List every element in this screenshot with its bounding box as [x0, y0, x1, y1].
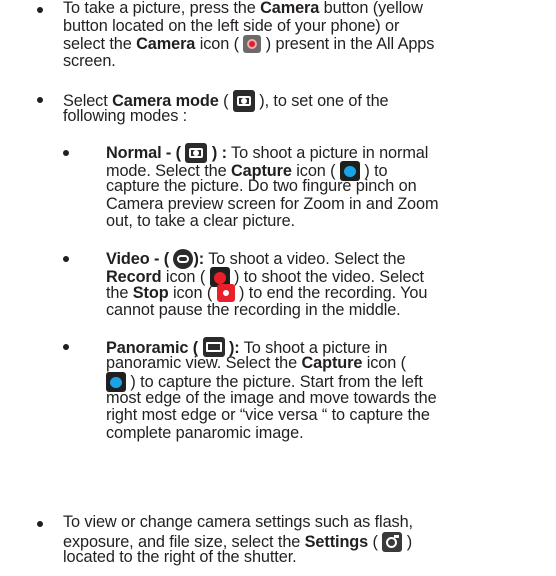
text-run: (: [368, 532, 383, 551]
text-run: most edge of the image and move towards …: [106, 388, 437, 407]
bullet-text: To take a picture, press the Camera butt…: [63, 0, 434, 70]
camera-mode-icon: [232, 90, 255, 112]
text-line: cannot pause the recording in the middle…: [106, 300, 427, 320]
text-run: ) to end the recording. You: [234, 284, 428, 302]
text-line: out, to take a clear picture.: [106, 212, 438, 231]
text-run: screen.: [63, 51, 116, 70]
bold-term: Capture: [301, 353, 363, 372]
text-run: out, to take a clear picture.: [106, 212, 295, 230]
text-run: Camera preview screen for Zoom in and Zo…: [106, 194, 439, 213]
text-line: ) to capture the picture. Start from the…: [106, 372, 437, 392]
bullet-text: Panoramic ( ): To shoot a picture in pano…: [106, 337, 437, 442]
text-line: To view or change camera settings such a…: [63, 513, 413, 532]
text-line: Record icon ( ) to shoot the video. Sele…: [106, 266, 427, 287]
bold-term: ):: [193, 250, 205, 268]
text-run: button (yellow: [319, 0, 423, 17]
bullet-text: Video - ( ): To shoot a video. Select th…: [106, 249, 427, 319]
text-line: exposure, and file size, select the Sett…: [63, 531, 413, 552]
bullet-dot: [63, 344, 69, 350]
text-run: ), to set one of the: [254, 92, 389, 110]
bullet-dot: [37, 521, 43, 527]
text-run: icon (: [362, 353, 406, 372]
text-line: select the Camera icon ( ) present in th…: [63, 35, 434, 53]
text-line: Normal - ( ) : To shoot a picture in nor…: [106, 143, 438, 163]
normal-mode-icon: [185, 143, 208, 163]
bullet-text: To view or change camera settings such a…: [63, 513, 413, 567]
text-line: following modes :: [63, 106, 389, 126]
bullet-dot: [63, 256, 69, 262]
text-line: mode. Select the Capture icon ( ) to: [106, 160, 438, 181]
text-line: capture the picture. Do two fingure pinc…: [106, 177, 438, 196]
text-line: panoramic view. Select the Capture icon …: [106, 353, 437, 373]
text-line: located to the right of the shutter.: [63, 548, 413, 567]
text-run: ) present in the All Apps: [261, 35, 435, 53]
text-run: located to the right of the shutter.: [63, 548, 297, 566]
text-line: most edge of the image and move towards …: [106, 388, 437, 408]
text-line: Video - ( ): To shoot a video. Select th…: [106, 249, 427, 269]
text-line: the Stop icon ( ) to end the recording. …: [106, 284, 427, 302]
stop-icon: [216, 284, 235, 302]
panoramic-mode-icon: [202, 337, 225, 357]
text-run: ) to shoot the video. Select: [229, 267, 424, 286]
text-run: following modes :: [63, 106, 188, 125]
text-line: button located on the left side of your …: [63, 16, 434, 36]
text-line: To take a picture, press the Camera butt…: [63, 0, 434, 18]
text-run: To shoot a picture in normal: [226, 144, 429, 162]
text-run: capture the picture. Do two fingure pinc…: [106, 177, 417, 195]
capture-icon: [339, 160, 360, 181]
bold-term: ) :: [207, 144, 227, 162]
bullet-text: Select Camera mode ( ), to set one of th…: [63, 90, 389, 125]
bullet-dot: [63, 150, 69, 156]
text-run: icon (: [161, 267, 210, 286]
text-run: button located on the left side of your …: [63, 16, 400, 35]
text-line: right most edge or “vice versa “ to capt…: [106, 406, 437, 425]
text-run: To shoot a video. Select the: [204, 250, 406, 268]
text-run: cannot pause the recording in the middle…: [106, 300, 401, 319]
capture-icon: [106, 372, 126, 392]
settings-icon: [382, 531, 403, 552]
text-run: To take a picture, press the: [63, 0, 261, 17]
text-run: icon (: [168, 284, 217, 302]
text-line: Panoramic ( ): To shoot a picture in: [106, 337, 437, 357]
text-line: complete panaromic image.: [106, 423, 437, 443]
text-run: select the: [63, 35, 137, 53]
bold-term: Stop: [132, 284, 169, 302]
bold-term: Normal - (: [106, 144, 186, 162]
text-line: Camera preview screen for Zoom in and Zo…: [106, 194, 439, 214]
text-run: To view or change camera settings such a…: [63, 513, 413, 531]
camera-app-icon: [243, 35, 262, 53]
bold-term: Camera: [260, 0, 320, 17]
bullet-dot: [37, 97, 43, 103]
bullet-dot: [37, 7, 43, 13]
bold-term: Settings: [304, 532, 369, 551]
text-line: screen.: [63, 51, 434, 71]
text-run: right most edge or “vice versa “ to capt…: [106, 406, 430, 424]
bold-term: Record: [106, 267, 162, 286]
text-line: Select Camera mode ( ), to set one of th…: [63, 90, 389, 112]
bold-term: Camera: [136, 35, 196, 53]
bold-term: Video - (: [106, 250, 174, 268]
bullet-text: Normal - ( ) : To shoot a picture in nor…: [106, 143, 439, 231]
text-run: (: [218, 92, 233, 110]
text-run: ): [402, 532, 413, 551]
text-run: icon (: [195, 35, 244, 53]
text-run: complete panaromic image.: [106, 423, 304, 442]
text-run: the: [106, 284, 133, 302]
